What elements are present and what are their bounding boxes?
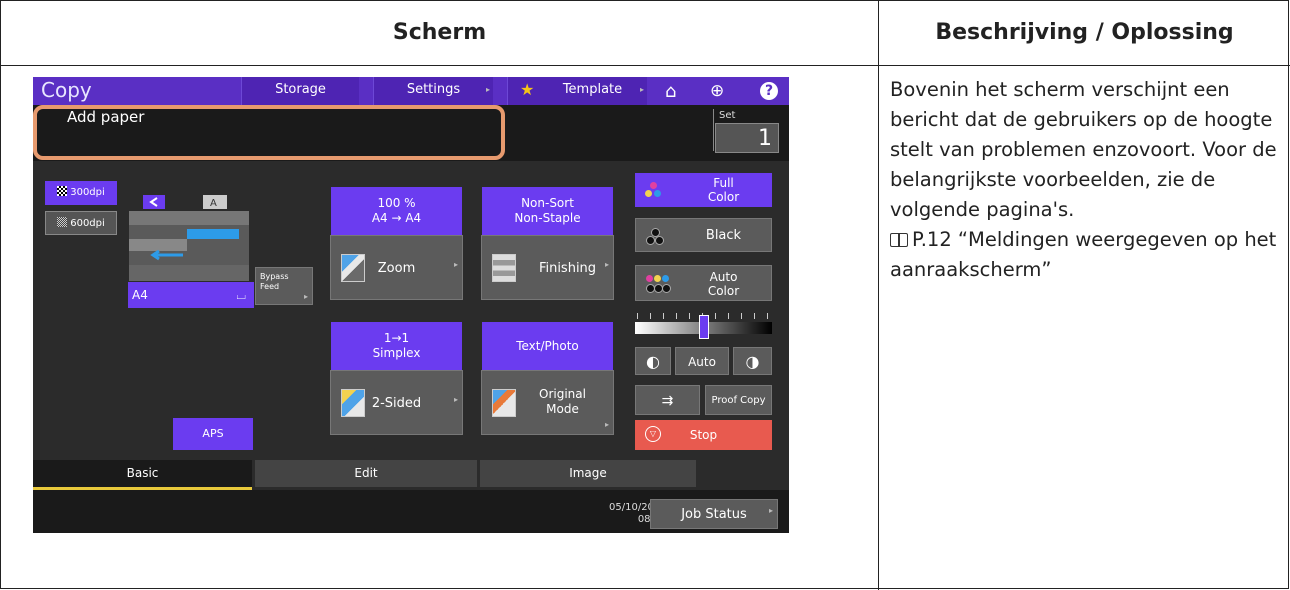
dpi-300-label: 300dpi bbox=[70, 187, 105, 198]
column-divider bbox=[878, 1, 879, 590]
description-cell: Bovenin het scherm verschijnt een berich… bbox=[890, 75, 1280, 285]
interrupt-icon: ⇉ bbox=[661, 393, 674, 409]
corner-arrow-icon: ▸ bbox=[453, 395, 458, 404]
reference-text: P.12 “Meldingen weergegeven op het aanra… bbox=[890, 228, 1277, 281]
bypass-feed-button[interactable]: Bypass Feed ▸ bbox=[255, 267, 313, 305]
header-scherm: Scherm bbox=[392, 20, 487, 45]
two-sided-label: 2-Sided bbox=[371, 396, 422, 411]
corner-arrow-icon: ▸ bbox=[485, 85, 490, 94]
half-moon-left-icon: ◐ bbox=[646, 352, 660, 371]
star-icon: ★ bbox=[520, 80, 535, 99]
reference-link[interactable]: P.12 “Meldingen weergegeven op het aanra… bbox=[890, 225, 1280, 285]
duplex-ratio: 1→1 bbox=[383, 331, 410, 345]
black-button[interactable]: Black bbox=[635, 218, 772, 252]
dpi-600-button[interactable]: 600dpi bbox=[45, 211, 117, 235]
description-text: Bovenin het scherm verschijnt een berich… bbox=[890, 78, 1277, 221]
message-highlight-frame bbox=[33, 105, 505, 160]
book-icon bbox=[890, 233, 908, 247]
paper-size-a4-button[interactable]: A4 ⌴ bbox=[128, 282, 254, 308]
color-dots-icon bbox=[645, 182, 663, 200]
density-lighter-button[interactable]: ◐ bbox=[635, 347, 671, 375]
original-mode-icon bbox=[492, 389, 516, 417]
duplex-mode: Simplex bbox=[372, 346, 421, 360]
full-color-button[interactable]: Full Color bbox=[635, 173, 772, 207]
stop-label: Stop bbox=[689, 428, 718, 442]
job-status-button[interactable]: Job Status ▸ bbox=[650, 499, 778, 529]
globe-icon[interactable]: ⊕ bbox=[710, 81, 724, 101]
bottom-tabs: Basic Edit Image bbox=[33, 460, 789, 490]
auto-color-line2: Color bbox=[707, 284, 740, 298]
checker-fine-icon bbox=[57, 217, 68, 227]
settings-tab-label: Settings bbox=[406, 82, 461, 97]
full-color-line2: Color bbox=[707, 190, 740, 204]
finishing-status[interactable]: Non-Sort Non-Staple bbox=[482, 187, 613, 235]
aps-button[interactable]: APS bbox=[173, 418, 253, 450]
help-icon[interactable]: ? bbox=[760, 82, 778, 100]
corner-arrow-icon: ▸ bbox=[453, 260, 458, 269]
finishing-staple: Non-Staple bbox=[514, 211, 581, 225]
half-moon-right-icon: ◑ bbox=[745, 352, 760, 371]
zoom-paper: A4 → A4 bbox=[371, 211, 422, 225]
template-tab-label: Template bbox=[562, 82, 623, 97]
density-slider-thumb[interactable] bbox=[698, 315, 709, 339]
home-icon[interactable]: ⌂ bbox=[665, 81, 676, 102]
proof-copy-button[interactable]: Proof Copy bbox=[705, 385, 772, 415]
finishing-button[interactable]: Finishing ▸ bbox=[481, 235, 614, 300]
set-divider bbox=[713, 109, 714, 151]
two-sided-icon bbox=[341, 389, 365, 417]
template-tab[interactable]: ★ Template ▸ bbox=[507, 77, 647, 105]
corner-arrow-icon: ▸ bbox=[768, 506, 773, 515]
original-mode-button[interactable]: Original Mode ▸ bbox=[481, 370, 614, 435]
paper-size-label: A4 bbox=[132, 288, 148, 302]
tray-icon: ⌴ bbox=[236, 288, 246, 302]
set-label: Set bbox=[719, 110, 736, 121]
zoom-icon bbox=[341, 254, 365, 282]
copier-touch-screen: Copy Storage Settings ▸ ★ Template ▸ ⌂ ⊕ … bbox=[33, 77, 789, 533]
zoom-button[interactable]: Zoom ▸ bbox=[330, 235, 463, 300]
finishing-icon bbox=[492, 254, 516, 282]
zoom-label: Zoom bbox=[377, 261, 416, 276]
corner-arrow-icon: ▸ bbox=[303, 292, 308, 301]
dpi-600-label: 600dpi bbox=[70, 218, 105, 229]
auto-color-dots-icon bbox=[646, 275, 671, 293]
stop-button[interactable]: ▽ Stop bbox=[635, 420, 772, 450]
tab-edit[interactable]: Edit bbox=[255, 460, 477, 487]
zoom-ratio: 100 % bbox=[377, 196, 416, 210]
interrupt-button[interactable]: ⇉ bbox=[635, 385, 700, 415]
job-status-label: Job Status bbox=[681, 507, 747, 522]
auto-color-line1: Auto bbox=[709, 270, 738, 284]
storage-tab-label: Storage bbox=[275, 82, 326, 97]
bypass-label: Bypass Feed bbox=[260, 272, 289, 291]
manual-table: Scherm Beschrijving / Oplossing Bovenin … bbox=[0, 0, 1290, 590]
black-label: Black bbox=[705, 228, 742, 243]
tab-basic[interactable]: Basic bbox=[33, 460, 252, 490]
app-title: Copy bbox=[41, 78, 92, 102]
auto-color-button[interactable]: Auto Color bbox=[635, 265, 772, 301]
original-mode-status[interactable]: Text/Photo bbox=[482, 322, 613, 370]
tab-image[interactable]: Image bbox=[480, 460, 696, 487]
storage-tab[interactable]: Storage bbox=[241, 77, 359, 105]
finishing-sort: Non-Sort bbox=[521, 196, 574, 210]
corner-arrow-icon: ▸ bbox=[604, 420, 609, 429]
density-darker-button[interactable]: ◑ bbox=[733, 347, 772, 375]
svg-text:A: A bbox=[210, 198, 217, 209]
set-count[interactable]: 1 bbox=[715, 123, 779, 153]
full-color-line1: Full bbox=[713, 176, 734, 190]
density-auto-button[interactable]: Auto bbox=[675, 347, 729, 375]
dpi-300-button[interactable]: 300dpi bbox=[45, 181, 117, 205]
header-beschrijving: Beschrijving / Oplossing bbox=[935, 20, 1234, 45]
corner-arrow-icon: ▸ bbox=[639, 85, 644, 94]
stop-icon: ▽ bbox=[645, 426, 661, 442]
checker-icon bbox=[57, 186, 68, 196]
two-sided-button[interactable]: 2-Sided ▸ bbox=[330, 370, 463, 435]
black-dots-icon bbox=[646, 228, 664, 246]
corner-arrow-icon: ▸ bbox=[604, 260, 609, 269]
zoom-status[interactable]: 100 % A4 → A4 bbox=[331, 187, 462, 235]
settings-tab[interactable]: Settings ▸ bbox=[373, 77, 493, 105]
duplex-status[interactable]: 1→1 Simplex bbox=[331, 322, 462, 370]
